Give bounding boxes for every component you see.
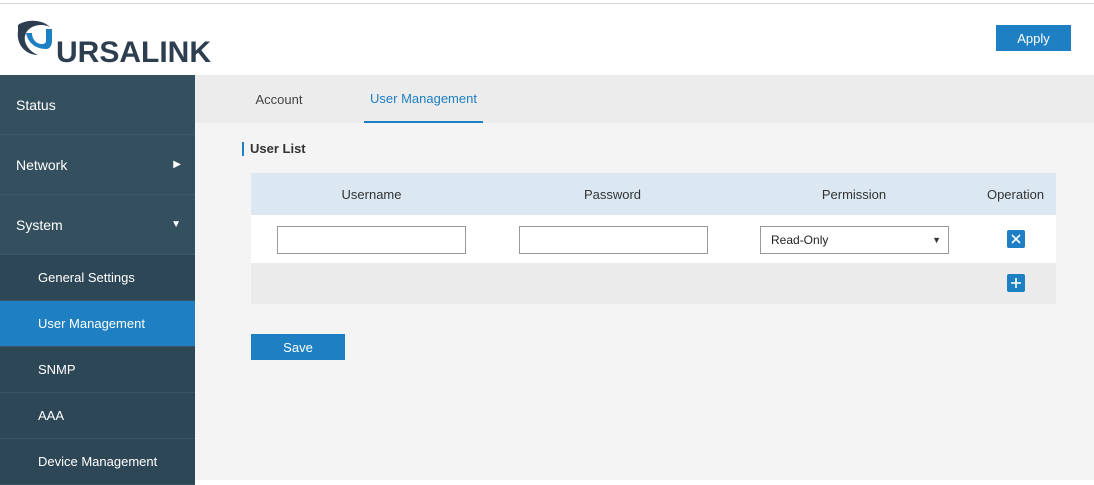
ursalink-logo: URSALINK [12,17,211,69]
sidebar-item-system[interactable]: System ▼ [0,195,195,255]
sidebar-subitem-label: User Management [38,316,145,331]
sidebar-item-label: Status [16,96,56,113]
chevron-right-icon: ▶ [173,159,181,170]
password-input[interactable] [519,226,708,254]
sidebar-item-label: System [16,216,63,233]
table-header: Username Password Permission Operation [251,173,1056,215]
column-header-password: Password [583,186,642,202]
sidebar-subitem-label: AAA [38,408,65,423]
close-icon [1011,234,1021,244]
column-header-operation: Operation [986,186,1045,202]
sidebar-subitem-user-management[interactable]: User Management [0,301,195,347]
sidebar: Status Network ▶ System ▼ General Settin… [0,75,195,485]
tab-account[interactable]: Account [243,75,315,123]
chevron-down-icon: ▼ [171,219,181,230]
permission-select[interactable]: Read-Only ▼ [760,226,949,254]
sidebar-item-status[interactable]: Status [0,75,195,135]
sidebar-subitem-label: SNMP [38,362,76,377]
delete-row-button[interactable] [1007,230,1025,248]
table-add-row [251,263,1056,304]
top-border [0,0,1094,4]
sidebar-subitem-aaa[interactable]: AAA [0,393,195,439]
save-button[interactable]: Save [251,334,345,360]
column-header-username: Username [341,186,402,202]
sidebar-subitem-label: Device Management [38,454,158,469]
add-row-button[interactable] [1007,274,1025,292]
header: URSALINK Apply [0,5,1094,75]
tab-user-management[interactable]: User Management [364,75,483,123]
section-title: User List [242,142,306,156]
logo-text: URSALINK [56,36,211,69]
sidebar-subitem-general-settings[interactable]: General Settings [0,255,195,301]
table-row: Read-Only ▼ [251,215,1056,263]
sidebar-subitem-device-management[interactable]: Device Management [0,439,195,485]
sidebar-subitem-label: General Settings [38,270,135,285]
tab-bar: Account User Management [195,75,1094,123]
username-input[interactable] [277,226,466,254]
main-content: Account User Management User List Userna… [195,75,1094,480]
tab-label: User Management [370,90,477,106]
plus-icon [1011,278,1021,288]
tab-label: Account [255,91,303,107]
sidebar-item-network[interactable]: Network ▶ [0,135,195,195]
sidebar-subitem-snmp[interactable]: SNMP [0,347,195,393]
sidebar-item-label: Network [16,156,68,173]
column-header-permission: Permission [821,186,887,202]
apply-button[interactable]: Apply [996,25,1071,51]
dropdown-arrow-icon: ▼ [932,235,941,245]
permission-select-value: Read-Only [771,233,829,247]
